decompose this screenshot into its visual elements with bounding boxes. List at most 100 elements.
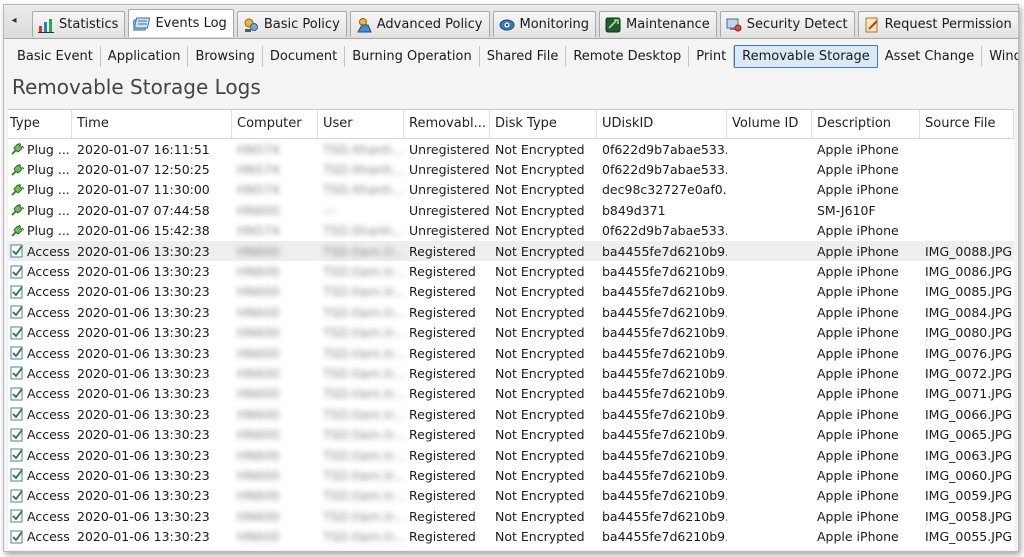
tab-advanced-policy[interactable]: Advanced Policy	[349, 11, 490, 37]
computer-cell: HN600	[237, 264, 280, 280]
disk-type-cell: Not Encrypted	[495, 284, 585, 300]
description-cell: Apple iPhone	[817, 406, 899, 422]
disk-type-cell: Not Encrypted	[495, 467, 585, 483]
app-window: ◂ Statistics Events Log Basic Policy Adv…	[3, 4, 1019, 552]
type-cell: Plug ...	[8, 223, 72, 238]
tab-statistics[interactable]: Statistics	[32, 11, 126, 37]
table-row[interactable]: Plug ... 2020-01-06 15:42:38 HN574 TSD.ltha…	[8, 221, 1014, 241]
subtab-remote-desktop[interactable]: Remote Desktop	[566, 46, 690, 67]
table-row[interactable]: Plug ... 2020-01-07 07:44:58 HN600 --- Unreg…	[8, 200, 1014, 220]
description-cell: Apple iPhone	[817, 427, 899, 443]
type-cell: Access	[8, 284, 72, 299]
udisk-id-cell: ba4455fe7d6210b9...	[602, 345, 727, 361]
table-row[interactable]: Access 2020-01-06 13:30:23 HN600 TSD.tlam.t…	[8, 506, 1014, 526]
table-row[interactable]: Plug ... 2020-01-07 11:30:00 HN574 TSD.ltha…	[8, 180, 1014, 200]
source-file-cell: IMG_0055.JPG	[925, 529, 1013, 545]
table-row[interactable]: Plug ... 2020-01-07 12:50:25 HN574 TSD.ltha…	[8, 159, 1014, 179]
column-header-computer[interactable]: Computer	[232, 110, 318, 138]
user-cell: TSD.tlam.tr...	[323, 264, 404, 280]
user-cell: TSD.lthanh...	[323, 141, 404, 157]
column-header-time[interactable]: Time	[72, 110, 232, 138]
subtab-asset-change[interactable]: Asset Change	[878, 46, 983, 67]
source-file-cell: IMG_0066.JPG	[925, 406, 1013, 422]
subtab-windows-system[interactable]: Windows Sys	[982, 46, 1018, 67]
tab-security-detect[interactable]: Security Detect	[719, 11, 855, 37]
tab-events-log[interactable]: Events Log	[128, 9, 234, 37]
table-row[interactable]: Access 2020-01-06 13:30:23 HN600 TSD.tlam.t…	[8, 363, 1014, 383]
subtab-burning-operation[interactable]: Burning Operation	[345, 46, 480, 67]
advanced-policy-icon	[355, 16, 373, 34]
tab-scroll-left-button[interactable]: ◂	[8, 14, 20, 28]
removable-cell: Registered	[409, 345, 476, 361]
table-row[interactable]: Access 2020-01-06 13:30:23 HN600 TSD.tlam.t…	[8, 384, 1014, 404]
tab-label: Advanced Policy	[376, 17, 483, 32]
column-header-removable[interactable]: Removabl...	[404, 110, 490, 138]
time-cell: 2020-01-06 13:30:23	[77, 467, 210, 483]
removable-cell: Registered	[409, 529, 476, 545]
removable-cell: Registered	[409, 284, 476, 300]
removable-cell: Unregistered	[409, 141, 490, 157]
source-file-cell: IMG_0071.JPG	[925, 386, 1013, 402]
udisk-id-cell: ba4455fe7d6210b9...	[602, 488, 727, 504]
table-row[interactable]: Access 2020-01-06 13:30:23 HN600 TSD.tlam.t…	[8, 465, 1014, 485]
column-header-description[interactable]: Description	[812, 110, 920, 138]
subtab-document[interactable]: Document	[263, 46, 346, 67]
column-header-disk-type[interactable]: Disk Type	[490, 110, 597, 138]
table-row[interactable]: Access 2020-01-06 13:30:23 HN600 TSD.tlam.t…	[8, 526, 1014, 546]
table-row[interactable]: Access 2020-01-06 13:30:23 HN600 TSD.tlam.t…	[8, 323, 1014, 343]
subtab-print[interactable]: Print	[689, 46, 735, 67]
time-cell: 2020-01-07 12:50:25	[77, 162, 210, 178]
subtab-application[interactable]: Application	[101, 46, 189, 67]
removable-cell: Unregistered	[409, 202, 490, 218]
type-label: Access	[27, 529, 70, 545]
table-row[interactable]: Access 2020-01-06 13:30:23 HN600 TSD.tlam.t…	[8, 240, 1014, 262]
tab-maintenance[interactable]: Maintenance	[599, 11, 717, 37]
subtab-browsing[interactable]: Browsing	[188, 46, 263, 67]
column-header-source-file[interactable]: Source File	[920, 110, 1014, 138]
table-row[interactable]: Access 2020-01-06 13:30:23 HN600 TSD.tlam.t…	[8, 282, 1014, 302]
subtab-removable-storage[interactable]: Removable Storage	[734, 45, 878, 68]
disk-type-cell: Not Encrypted	[495, 406, 585, 422]
table-row[interactable]: Access 2020-01-06 13:30:23 HN600 TSD.tlam.t…	[8, 424, 1014, 444]
table-row[interactable]: Access 2020-01-06 13:30:23 HN600 TSD.tlam.t…	[8, 445, 1014, 465]
source-file-cell: IMG_0076.JPG	[925, 345, 1013, 361]
subtab-basic-event[interactable]: Basic Event	[10, 46, 101, 67]
table-row[interactable]: Access 2020-01-06 13:30:23 HN600 TSD.tlam.t…	[8, 302, 1014, 322]
removable-cell: Unregistered	[409, 182, 490, 198]
computer-cell: HN600	[237, 304, 280, 320]
column-header-udisk-id[interactable]: UDiskID	[597, 110, 727, 138]
column-header-volume-id[interactable]: Volume ID	[727, 110, 812, 138]
type-cell: Access	[8, 346, 72, 361]
table-row[interactable]: Access 2020-01-06 13:30:23 HN600 TSD.tlam.t…	[8, 343, 1014, 363]
disk-type-cell: Not Encrypted	[495, 264, 585, 280]
tab-request-permission[interactable]: Request Permission	[857, 11, 1018, 37]
disk-type-cell: Not Encrypted	[495, 427, 585, 443]
source-file-cell: IMG_0085.JPG	[925, 284, 1013, 300]
table-row[interactable]: Access 2020-01-06 13:30:23 HN600 TSD.tlam.t…	[8, 261, 1014, 281]
type-cell: Access	[8, 366, 72, 381]
plug-icon	[11, 224, 24, 237]
disk-type-cell: Not Encrypted	[495, 508, 585, 524]
column-header-type[interactable]: Type	[8, 110, 72, 138]
computer-cell: HN574	[237, 182, 280, 198]
removable-cell: Registered	[409, 406, 476, 422]
type-label: Access	[27, 406, 70, 422]
udisk-id-cell: 0f622d9b7abae533...	[602, 223, 727, 239]
subtab-shared-file[interactable]: Shared File	[480, 46, 567, 67]
description-cell: Apple iPhone	[817, 488, 899, 504]
tab-monitoring[interactable]: Monitoring	[492, 11, 597, 37]
table-row[interactable]: Access 2020-01-06 13:30:23 HN600 TSD.tlam.t…	[8, 486, 1014, 506]
udisk-id-cell: 0f622d9b7abae533...	[602, 162, 727, 178]
user-cell: TSD.tlam.tr...	[323, 529, 404, 545]
time-cell: 2020-01-07 07:44:58	[77, 202, 210, 218]
removable-storage-log-table: Type Time Computer User Removabl... Disk…	[8, 109, 1014, 550]
user-cell: TSD.lthanh...	[323, 182, 404, 198]
description-cell: Apple iPhone	[817, 386, 899, 402]
tab-basic-policy[interactable]: Basic Policy	[236, 11, 347, 37]
disk-type-cell: Not Encrypted	[495, 386, 585, 402]
table-row[interactable]: Plug ... 2020-01-07 16:11:51 HN574 TSD.ltha…	[8, 139, 1014, 159]
type-label: Access	[27, 264, 70, 280]
table-row[interactable]: Access 2020-01-06 13:30:23 HN600 TSD.tlam.t…	[8, 404, 1014, 424]
time-cell: 2020-01-06 13:30:23	[77, 264, 210, 280]
column-header-user[interactable]: User	[318, 110, 404, 138]
